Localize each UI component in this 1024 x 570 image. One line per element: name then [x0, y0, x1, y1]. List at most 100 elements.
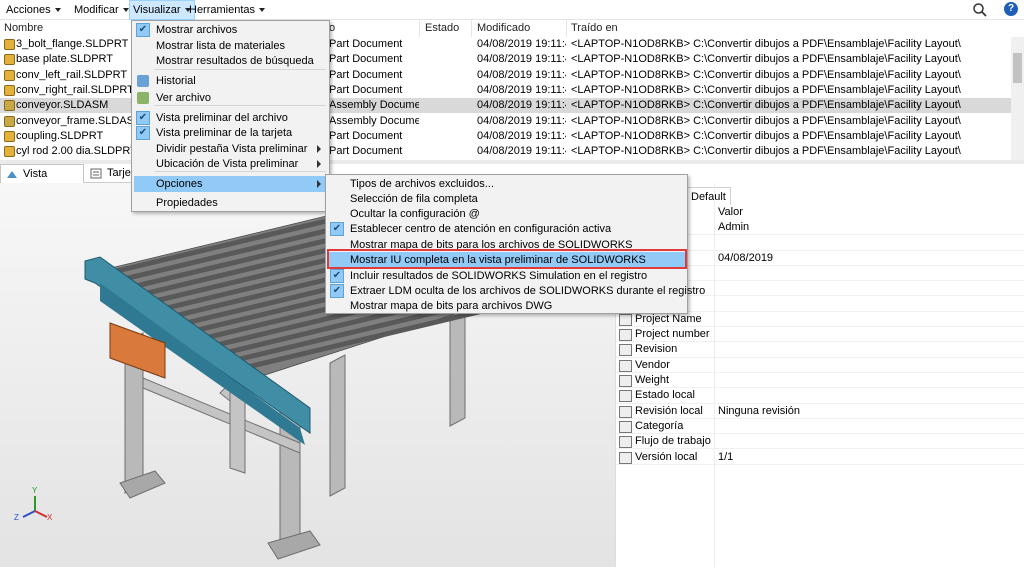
menu-item-label: Tipos de archivos excluidos... — [350, 178, 494, 190]
chevron-down-icon — [54, 8, 61, 13]
file-type-cell: Assembly Document — [329, 99, 419, 112]
file-checked-in-cell: <LAPTOP-N1OD8RKB> C:\Convertir dibujos a… — [571, 99, 961, 112]
menu-item-label: Vista preliminar del archivo — [156, 112, 288, 124]
file-type-cell: Part Document — [329, 68, 403, 81]
chevron-down-icon — [122, 8, 129, 13]
menu-modificar[interactable]: Modificar — [71, 0, 132, 20]
menu-item-label: Vista preliminar de la tarjeta — [156, 127, 293, 139]
checkmark-icon: ✔ — [136, 111, 150, 125]
chevron-right-icon — [317, 145, 321, 153]
column-header-name[interactable]: Nombre — [4, 20, 43, 37]
zoom-icon[interactable] — [972, 2, 988, 18]
property-row[interactable]: Categoría — [616, 419, 1024, 435]
part-icon — [4, 84, 15, 96]
column-divider[interactable] — [471, 20, 472, 37]
part-icon — [4, 54, 15, 66]
menu-acciones[interactable]: Acciones — [3, 0, 64, 20]
file-checked-in-cell: <LAPTOP-N1OD8RKB> C:\Convertir dibujos a… — [571, 129, 961, 142]
property-value: Ninguna revisión — [718, 404, 800, 417]
axis-triad: Y Z X — [14, 486, 53, 522]
menu-item-label: Ocultar la configuración @ — [350, 208, 480, 220]
file-type-cell: Part Document — [329, 83, 403, 96]
menu-item-label: Mostrar mapa de bits para archivos DWG — [350, 300, 553, 312]
checkmark-icon: ✔ — [330, 284, 344, 298]
opciones-menu-item[interactable]: Selección de fila completa — [328, 191, 685, 207]
file-checked-in-cell: <LAPTOP-N1OD8RKB> C:\Convertir dibujos a… — [571, 145, 961, 158]
column-divider[interactable] — [419, 20, 420, 37]
history-icon — [137, 75, 149, 87]
column-header-checked-in[interactable]: Traído en — [571, 20, 618, 37]
menu-item-label: Propiedades — [156, 197, 218, 209]
visualizar-menu-item[interactable]: ✔ Vista preliminar de la tarjeta — [134, 125, 327, 141]
help-icon[interactable]: ? — [1004, 2, 1018, 16]
file-type-cell: Part Document — [329, 129, 403, 142]
chevron-right-icon — [317, 180, 321, 188]
menu-item-label: Mostrar resultados de búsqueda — [156, 55, 314, 67]
menu-herramientas[interactable]: Herramientas — [186, 0, 268, 20]
property-icon — [619, 405, 632, 418]
visualizar-menu-item[interactable]: Historial — [134, 73, 327, 89]
property-icon — [619, 451, 632, 464]
scrollbar-thumb[interactable] — [1013, 53, 1022, 83]
property-row[interactable]: Revisión local Ninguna revisión — [616, 404, 1024, 419]
visualizar-menu-item[interactable]: Ubicación de Vista preliminar — [134, 156, 327, 172]
property-name: Vendor — [635, 358, 670, 371]
opciones-menu-item[interactable]: Tipos de archivos excluidos... — [328, 176, 685, 192]
property-row[interactable]: Estado local — [616, 388, 1024, 404]
menu-separator — [154, 69, 326, 70]
file-type-cell: Part Document — [329, 53, 403, 66]
visualizar-menu-item[interactable]: Mostrar resultados de búsqueda — [134, 53, 327, 69]
file-type-cell: Part Document — [329, 145, 403, 158]
visualizar-menu-item[interactable]: Mostrar lista de materiales — [134, 38, 327, 54]
part-icon — [4, 69, 15, 81]
visualizar-menu-item[interactable]: Ver archivo — [134, 90, 327, 106]
property-row[interactable]: Vendor — [616, 358, 1024, 373]
visualizar-menu-item[interactable]: Dividir pestaña Vista preliminar — [134, 141, 327, 157]
toolbar-right: ? — [972, 2, 1018, 18]
part-icon — [4, 130, 15, 142]
chevron-down-icon — [259, 8, 266, 13]
visualizar-menu-item[interactable]: ✔ Mostrar archivos — [134, 22, 327, 38]
file-modified-cell: 04/08/2019 19:11:42 — [477, 145, 566, 158]
opciones-menu-item[interactable]: Ocultar la configuración @ — [328, 206, 685, 222]
opciones-menu-item[interactable]: ✔ Establecer centro de atención en config… — [328, 221, 685, 237]
visualizar-menu-item[interactable]: ✔ Vista preliminar del archivo — [134, 110, 327, 126]
property-row[interactable]: Project number — [616, 327, 1024, 343]
tab-tarjeta[interactable]: Tarjeta — [85, 164, 140, 183]
part-icon — [4, 39, 15, 50]
checkmark-icon: ✔ — [136, 23, 150, 37]
menu-visualizar[interactable]: Visualizar — [129, 0, 195, 20]
menu-item-label: Ubicación de Vista preliminar — [156, 158, 299, 170]
column-header-modified[interactable]: Modificado — [477, 20, 530, 37]
property-row[interactable]: Revision — [616, 342, 1024, 358]
opciones-menu-item[interactable]: Mostrar mapa de bits para archivos DWG — [328, 298, 685, 314]
menu-item-label: Selección de fila completa — [350, 193, 478, 205]
file-type-cell: Part Document — [329, 38, 403, 50]
visualizar-menu-item[interactable]: Propiedades — [134, 195, 327, 211]
tab-vista-preliminar[interactable]: Vista preliminar — [0, 164, 84, 199]
highlight-box — [327, 249, 687, 269]
assembly-icon — [4, 100, 15, 112]
property-name: Flujo de trabajo — [635, 435, 711, 448]
property-icon — [619, 344, 632, 357]
column-header-state[interactable]: Estado — [425, 20, 459, 37]
file-modified-cell: 04/08/2019 19:11:42 — [477, 83, 566, 96]
property-row[interactable]: Project Name — [616, 312, 1024, 328]
visualizar-menu-item[interactable]: Opciones — [134, 176, 327, 192]
tab-configuration-default[interactable]: Default — [686, 187, 731, 205]
menu-item-label: Extraer LDM oculta de los archivos de SO… — [350, 285, 706, 297]
menu-item-label: Ver archivo — [156, 92, 212, 104]
opciones-menu-item[interactable]: ✔ Extraer LDM oculta de los archivos de S… — [328, 283, 705, 299]
assembly-icon — [4, 115, 15, 127]
property-icon — [619, 436, 632, 449]
column-divider[interactable] — [566, 20, 567, 37]
property-icon — [619, 375, 632, 387]
property-row[interactable]: Versión local 1/1 — [616, 450, 1024, 465]
opciones-menu-item[interactable]: ✔ Incluir resultados de SOLIDWORKS Simula… — [328, 268, 685, 284]
property-icon — [619, 359, 632, 372]
property-row[interactable]: Flujo de trabajo — [616, 434, 1024, 450]
vertical-scrollbar[interactable] — [1011, 37, 1024, 160]
file-modified-cell: 04/08/2019 19:11:40 — [477, 38, 566, 50]
property-name: Weight — [635, 374, 670, 386]
property-row[interactable]: Weight — [616, 373, 1024, 389]
